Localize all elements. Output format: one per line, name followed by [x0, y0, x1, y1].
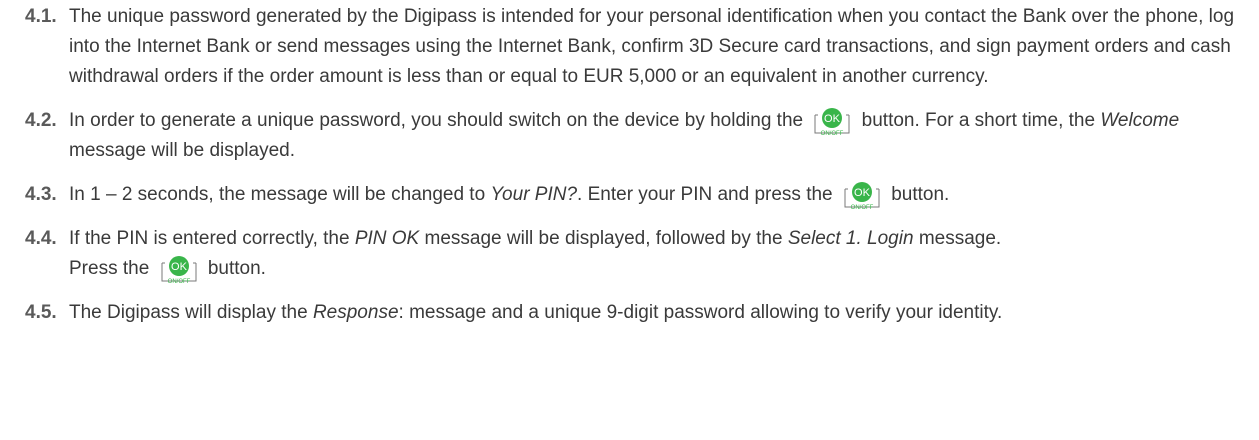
- list-item: 4.2. In order to generate a unique passw…: [0, 106, 1259, 166]
- item-text: Press the: [69, 258, 150, 279]
- item-number: 4.2.: [25, 110, 57, 131]
- message-name: Response: [312, 302, 399, 323]
- message-name: PIN OK: [354, 228, 420, 249]
- document-page: 4.1. The unique password generated by th…: [0, 0, 1259, 440]
- item-number: 4.1.: [25, 6, 57, 27]
- item-number: 4.3.: [25, 184, 57, 205]
- list-item: 4.3. In 1 – 2 seconds, the message will …: [0, 180, 1259, 210]
- ok-on-off-button-icon: OK ON/OFF: [810, 106, 854, 136]
- on-off-label: ON/OFF: [167, 279, 190, 284]
- on-off-label: ON/OFF: [851, 205, 874, 210]
- ok-label: OK: [824, 113, 841, 125]
- ok-button-graphic: OK ON/OFF: [814, 108, 850, 136]
- item-text: If the PIN is entered correctly, the: [69, 228, 350, 249]
- ok-on-off-button-icon: OK ON/OFF: [157, 254, 201, 284]
- item-text: In 1 – 2 seconds, the message will be ch…: [69, 184, 486, 205]
- item-text: button. For a short time, the: [861, 110, 1096, 131]
- ok-on-off-button-icon: OK ON/OFF: [840, 180, 884, 210]
- list-item: 4.1. The unique password generated by th…: [0, 2, 1259, 92]
- item-text: message will be displayed, followed by t…: [424, 228, 783, 249]
- item-text: message.: [918, 228, 1002, 249]
- list-item: 4.5. The Digipass will display the Respo…: [0, 298, 1259, 328]
- list-item: 4.4. If the PIN is entered correctly, th…: [0, 224, 1259, 284]
- item-text: : message and a unique 9-digit password …: [398, 302, 1003, 323]
- item-number: 4.5.: [25, 302, 57, 323]
- message-name: Welcome: [1100, 110, 1180, 131]
- message-name: Your PIN?: [490, 184, 578, 205]
- ok-label: OK: [854, 187, 871, 199]
- ok-button-graphic: OK ON/OFF: [161, 256, 197, 284]
- item-text: button.: [207, 258, 266, 279]
- item-text: The Digipass will display the: [69, 302, 308, 323]
- item-number: 4.4.: [25, 228, 57, 249]
- ok-label: OK: [171, 261, 188, 273]
- message-name: Select 1. Login: [787, 228, 914, 249]
- item-text: The unique password generated by the Dig…: [69, 6, 1235, 87]
- on-off-label: ON/OFF: [821, 131, 844, 136]
- item-text: . Enter your PIN and press the: [577, 184, 833, 205]
- item-text: message will be displayed.: [69, 140, 296, 161]
- item-text: In order to generate a unique password, …: [69, 110, 804, 131]
- ok-button-graphic: OK ON/OFF: [844, 182, 880, 210]
- item-text: button.: [891, 184, 950, 205]
